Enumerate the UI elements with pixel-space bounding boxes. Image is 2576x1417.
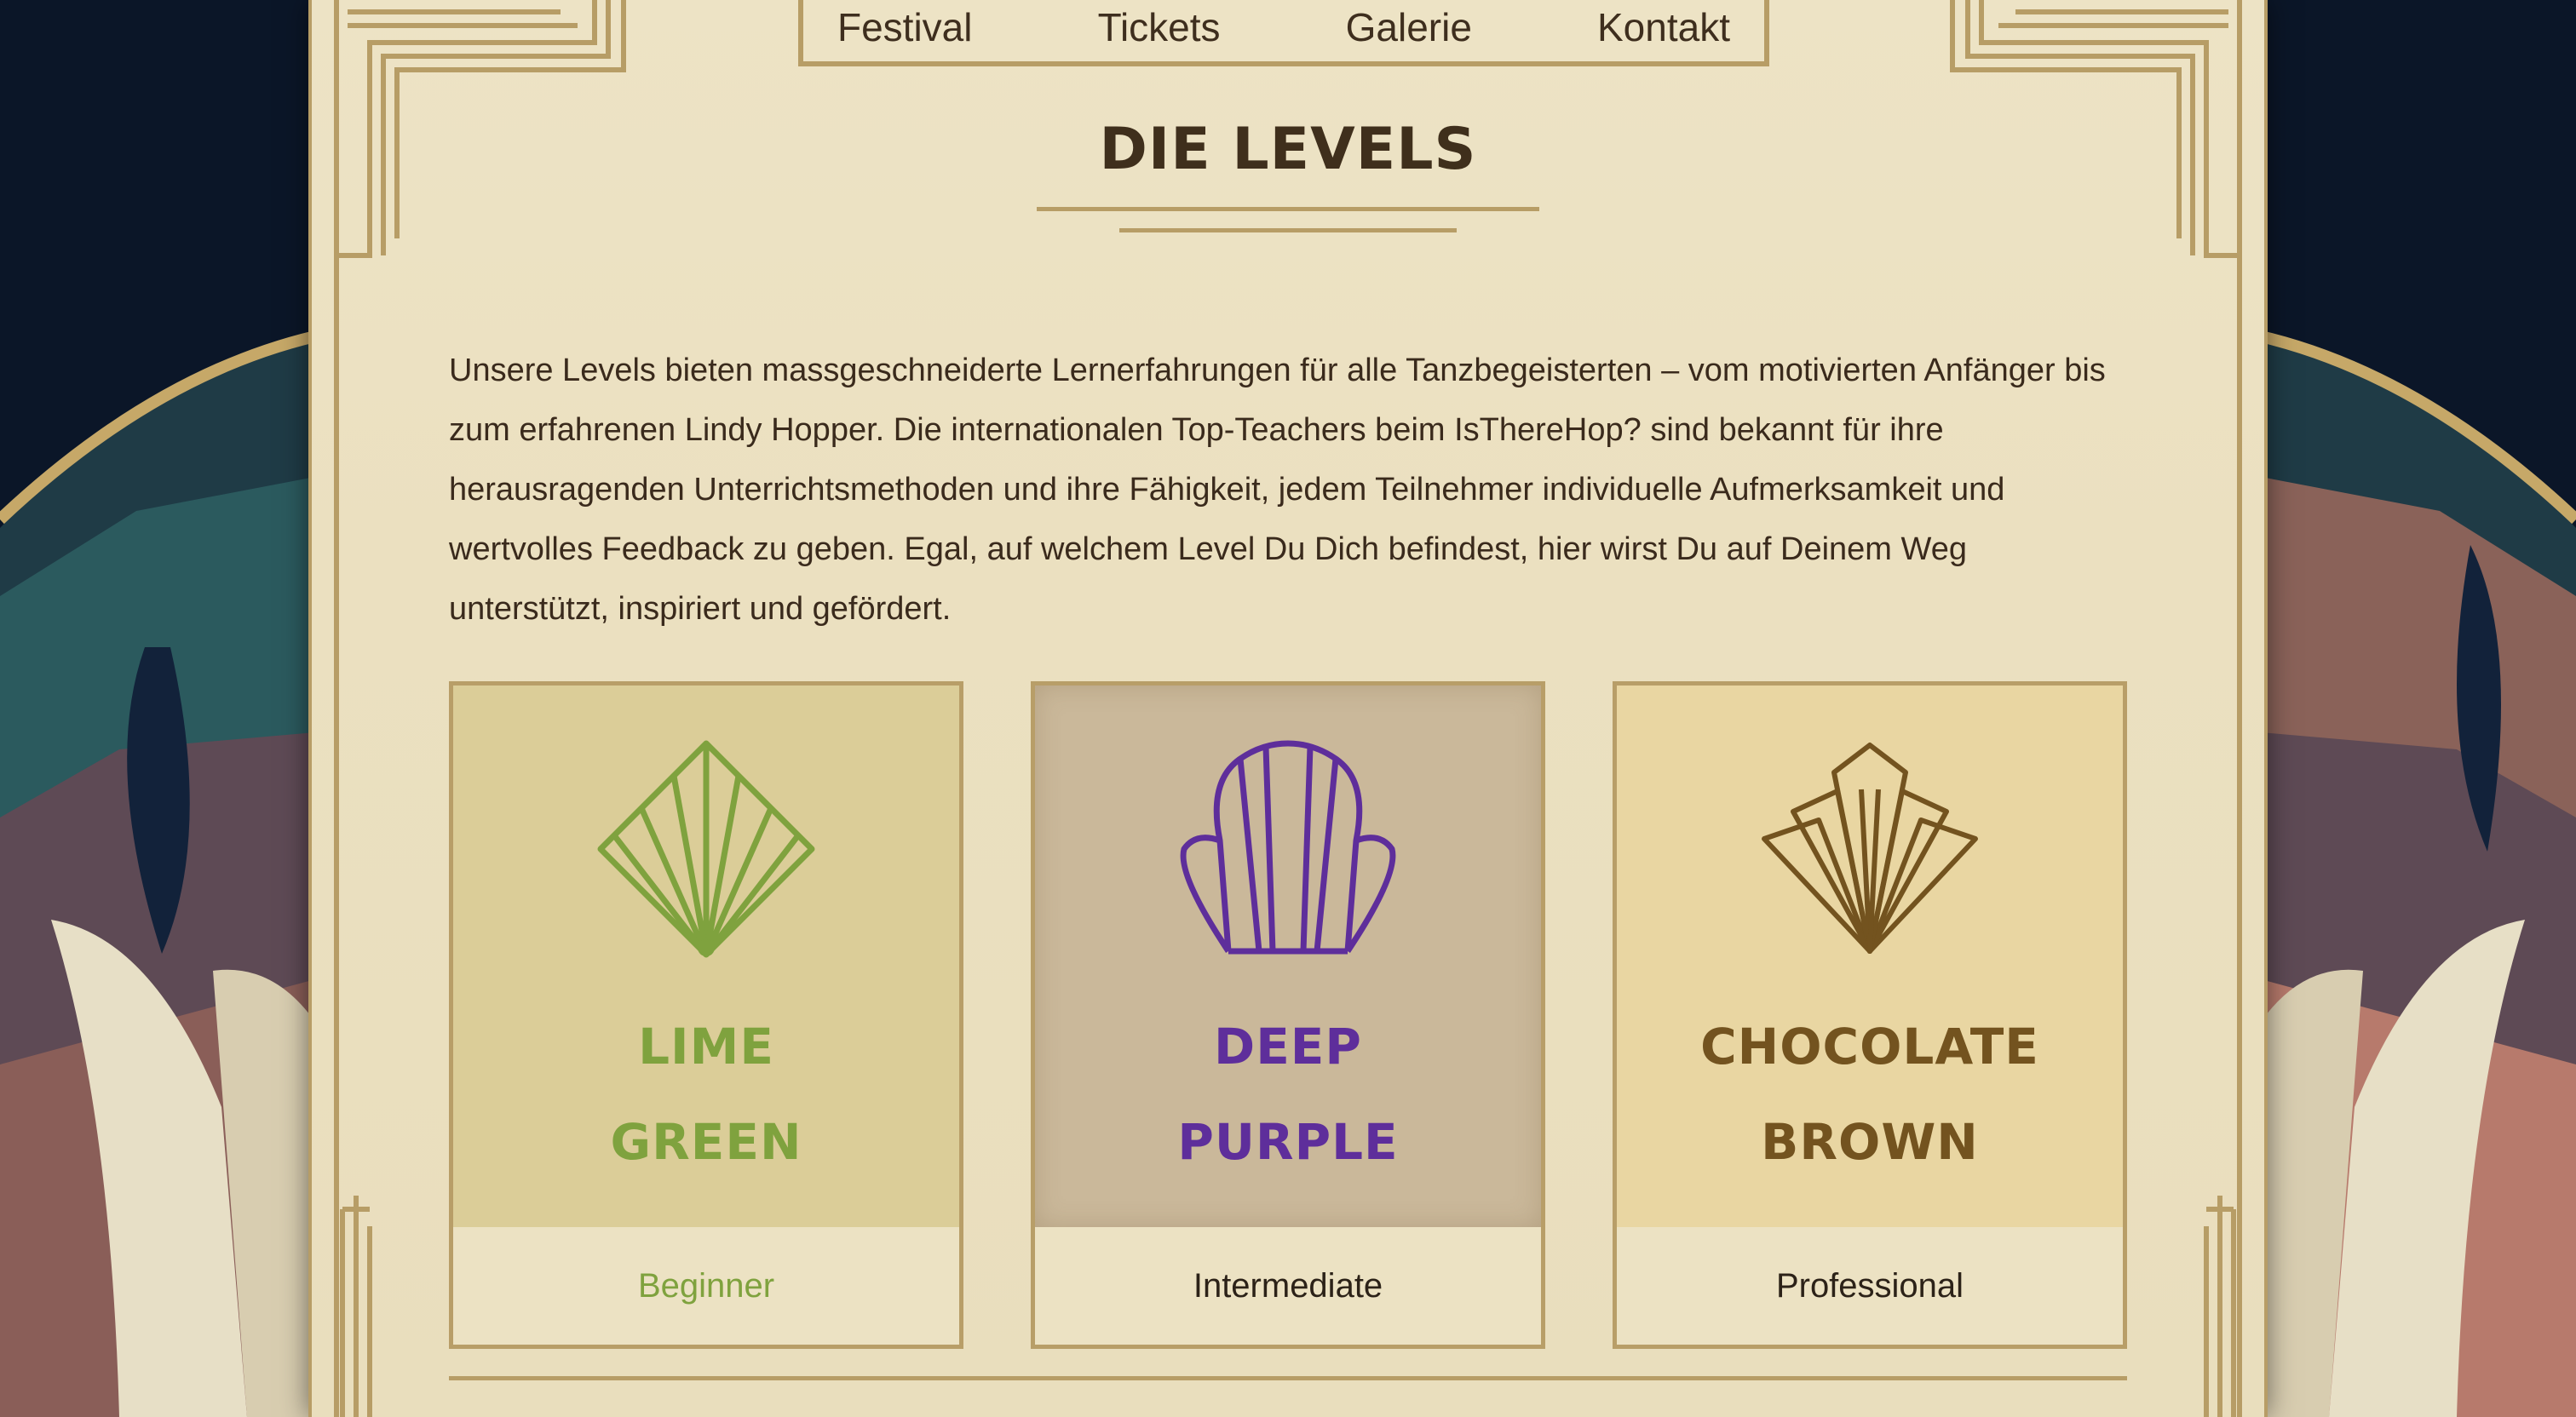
- level-name-line2: GREEN: [610, 1113, 802, 1171]
- card-header: LIME GREEN: [453, 686, 959, 1231]
- corner-ornament: [340, 1196, 372, 1417]
- nav-galerie-link[interactable]: Galerie: [1346, 4, 1472, 50]
- level-name: LIME GREEN: [453, 999, 959, 1190]
- level-label: Professional: [1617, 1227, 2123, 1345]
- main-nav: Festival Tickets Galerie Kontakt: [798, 0, 1769, 66]
- section-divider: [449, 1376, 2127, 1380]
- corner-ornament: [2204, 1196, 2236, 1417]
- level-label: Intermediate: [1035, 1227, 1541, 1345]
- level-card-deep-purple[interactable]: DEEP PURPLE Intermediate: [1031, 681, 1545, 1349]
- fan-layered-icon: [1762, 743, 1978, 954]
- title-underline: [1119, 228, 1457, 232]
- frame-line: [2264, 0, 2268, 1417]
- section-title: DIE LEVELS: [1099, 116, 1477, 183]
- level-name: DEEP PURPLE: [1035, 999, 1541, 1190]
- level-label: Beginner: [453, 1227, 959, 1345]
- card-header: CHOCOLATE BROWN: [1617, 686, 2123, 1231]
- frame-line: [2237, 0, 2242, 1417]
- nav-festival-link[interactable]: Festival: [837, 4, 972, 50]
- title-underline: [1037, 207, 1539, 211]
- intro-text: Unsere Levels bieten massgeschneiderte L…: [449, 353, 2106, 627]
- fan-diamond-icon: [597, 740, 815, 958]
- shell-icon: [1180, 740, 1396, 955]
- level-name-line1: DEEP: [1214, 1018, 1362, 1076]
- level-name-line1: CHOCOLATE: [1700, 1018, 2039, 1076]
- nav-tickets-link[interactable]: Tickets: [1098, 4, 1221, 50]
- level-name-line2: PURPLE: [1177, 1113, 1399, 1171]
- level-name-line2: BROWN: [1761, 1113, 1979, 1171]
- level-name: CHOCOLATE BROWN: [1617, 999, 2123, 1190]
- level-name-line1: LIME: [638, 1018, 774, 1076]
- frame-line: [308, 0, 312, 1417]
- content-panel: Festival Tickets Galerie Kontakt DIE LEV…: [308, 0, 2268, 1417]
- level-card-chocolate-brown[interactable]: CHOCOLATE BROWN Professional: [1613, 681, 2127, 1349]
- nav-kontakt-link[interactable]: Kontakt: [1597, 4, 1730, 50]
- card-header: DEEP PURPLE: [1035, 686, 1541, 1231]
- level-card-lime-green[interactable]: LIME GREEN Beginner: [449, 681, 963, 1349]
